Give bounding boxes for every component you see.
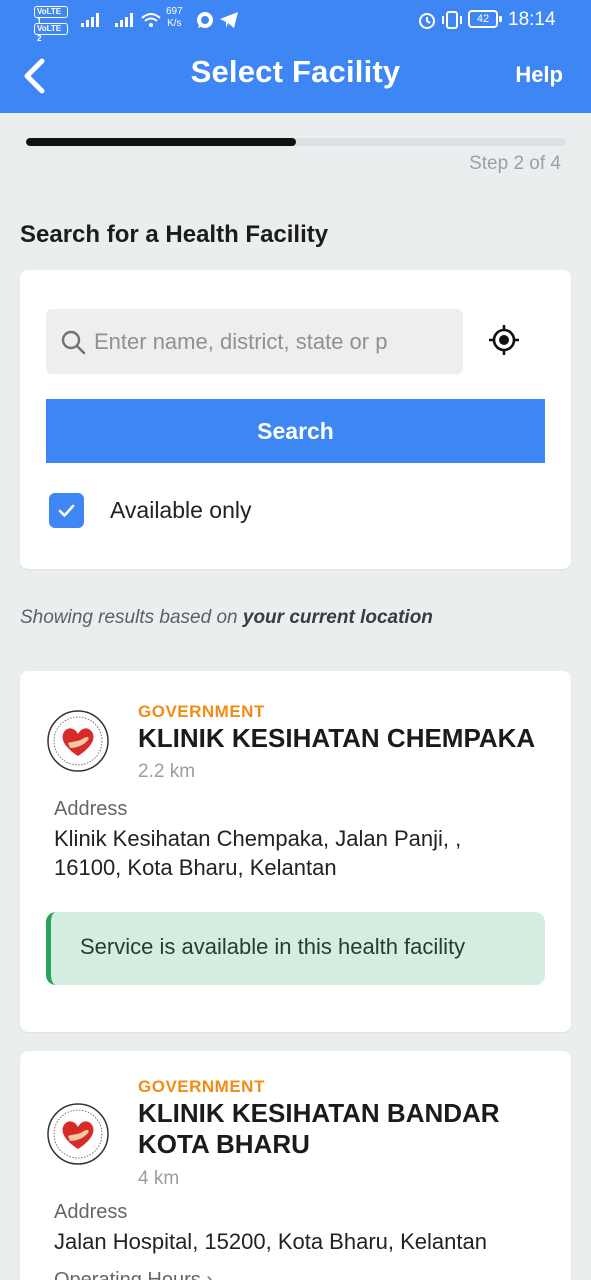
facility-card[interactable]: GOVERNMENT KLINIK KESIHATAN CHEMPAKA 2.2…: [20, 671, 571, 1032]
search-input[interactable]: [94, 309, 412, 374]
telegram-icon: [220, 12, 238, 28]
results-note-prefix: Showing results based on: [20, 607, 243, 628]
facility-name: KLINIK KESIHATAN BANDAR KOTA BHARU: [138, 1098, 500, 1159]
facility-type: GOVERNMENT: [138, 1077, 265, 1096]
facility-card[interactable]: GOVERNMENT KLINIK KESIHATAN BANDAR KOTA …: [20, 1051, 571, 1280]
search-button[interactable]: Search: [46, 399, 545, 463]
facility-type: GOVERNMENT: [138, 702, 265, 721]
status-bar: VoLTE 1 VoLTE 2 697 K/s 42 18:14: [0, 0, 591, 43]
facility-name: KLINIK KESIHATAN CHEMPAKA: [138, 723, 536, 753]
operating-hours-label: Operating Hours: [54, 1269, 201, 1280]
address-label: Address: [54, 1201, 128, 1223]
net-speed-value: 697: [166, 6, 183, 17]
help-button[interactable]: Help: [515, 62, 563, 88]
page-title: Select Facility: [190, 54, 401, 89]
signal-icon-1: [81, 13, 99, 27]
my-location-icon[interactable]: [488, 324, 520, 356]
operating-hours-toggle[interactable]: Operating Hours ›: [54, 1269, 213, 1280]
facility-address: Jalan Hospital, 15200, Kota Bharu, Kelan…: [54, 1229, 487, 1254]
search-field[interactable]: [46, 309, 463, 374]
alarm-icon: [419, 13, 435, 29]
step-label: Step 2 of 4: [469, 153, 561, 174]
chevron-right-icon: ›: [206, 1269, 213, 1280]
facility-distance: 2.2 km: [138, 761, 196, 782]
net-speed: 697 K/s: [166, 6, 183, 30]
volte-badge-2: VoLTE 2: [34, 23, 68, 43]
vibrate-icon: [442, 11, 462, 29]
app-header: VoLTE 1 VoLTE 2 697 K/s 42 18:14 Select …: [0, 0, 591, 113]
whatsapp-icon: [197, 12, 213, 28]
available-only-checkbox[interactable]: [49, 493, 84, 528]
availability-text: Service is available in this health faci…: [80, 934, 466, 959]
checkmark-icon: [58, 504, 75, 517]
search-card: Search Available only: [20, 270, 571, 569]
battery-icon: 42: [468, 10, 502, 28]
net-speed-unit: K/s: [167, 18, 182, 29]
volte-badge-1: VoLTE 1: [34, 6, 68, 26]
facility-address: Klinik Kesihatan Chempaka, Jalan Panji, …: [54, 826, 462, 880]
results-note-emphasis: your current location: [242, 607, 433, 628]
address-label: Address: [54, 798, 128, 820]
signal-icon-2: [115, 13, 133, 27]
search-section-title: Search for a Health Facility: [20, 221, 329, 248]
wifi-icon: [141, 13, 161, 27]
back-arrow-icon[interactable]: [20, 57, 50, 95]
ministry-of-health-logo: [47, 1103, 109, 1165]
search-icon: [61, 330, 86, 355]
step-progress-bar: [26, 138, 566, 146]
step-progress-fill: [26, 138, 296, 146]
available-only-label[interactable]: Available only: [110, 497, 252, 524]
status-time: 18:14: [508, 9, 556, 30]
availability-banner: Service is available in this health faci…: [46, 912, 545, 985]
results-note: Showing results based on your current lo…: [20, 607, 433, 629]
facility-distance: 4 km: [138, 1168, 180, 1189]
ministry-of-health-logo: [47, 710, 109, 772]
